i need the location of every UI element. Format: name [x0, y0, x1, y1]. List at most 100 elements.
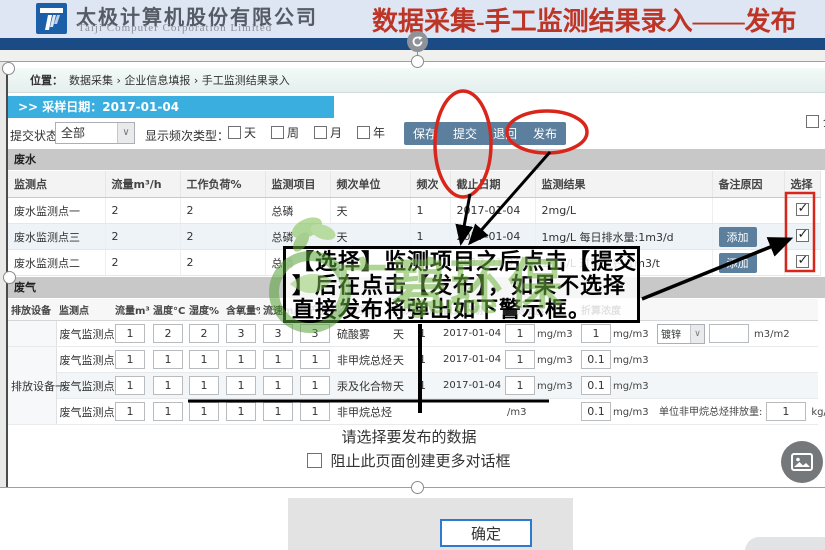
temp-input[interactable]: [153, 376, 183, 395]
col-point: 监测点: [8, 171, 105, 198]
company-name-en: Taiji Computer Corporation Limited: [78, 22, 272, 34]
table-row: 废气监测点二 汞及化合物 天 1 2017-01-04 mg/m3 mg/m3: [8, 373, 818, 399]
rotate-handle[interactable]: [407, 31, 428, 52]
load-input[interactable]: [300, 350, 330, 369]
chevron-down-icon: ∨: [690, 325, 704, 343]
flow-input[interactable]: [115, 324, 145, 343]
resize-handle-left[interactable]: [3, 271, 16, 284]
rotate-icon: [411, 35, 424, 48]
dialog-suppress-option[interactable]: 阻止此页面创建更多对话框: [0, 450, 818, 471]
publish-button[interactable]: 发布: [524, 122, 566, 145]
add-remark-button[interactable]: 添加: [719, 227, 757, 247]
col-select: 选择: [784, 171, 820, 198]
year-checkbox[interactable]: [357, 126, 370, 139]
load-input[interactable]: [300, 402, 330, 421]
freq-option-year[interactable]: 年: [357, 124, 385, 141]
freq-option-week[interactable]: 周: [271, 124, 299, 141]
annotation-line-1: 【选择】监测项目之后点击【提交: [292, 250, 631, 274]
humidity-input[interactable]: [189, 402, 219, 421]
breadcrumb-label: 位置：: [30, 72, 63, 88]
dialog-message: 请选择要发布的数据: [0, 426, 818, 447]
speed-input[interactable]: [263, 402, 293, 421]
temp-input[interactable]: [153, 324, 183, 343]
select-all-checkbox[interactable]: [806, 115, 819, 128]
speed-input[interactable]: [263, 376, 293, 395]
temp-input[interactable]: [153, 350, 183, 369]
converted-input[interactable]: [581, 350, 611, 369]
freq-option-month[interactable]: 月: [314, 124, 342, 141]
temp-input[interactable]: [153, 402, 183, 421]
row-select-checkbox[interactable]: [796, 229, 809, 242]
point-cell: 废气监测点一: [56, 347, 112, 373]
back-button[interactable]: 退回: [484, 122, 526, 145]
oxygen-input[interactable]: [226, 350, 256, 369]
month-checkbox[interactable]: [314, 126, 327, 139]
suppress-dialog-label: 阻止此页面创建更多对话框: [330, 450, 510, 471]
submit-button[interactable]: 提交: [444, 122, 486, 145]
month-label: 月: [330, 124, 342, 141]
annotation-line-3: 直接发布将弹出如下警示框。: [292, 298, 631, 322]
row-select-checkbox[interactable]: [796, 203, 809, 216]
oxygen-input[interactable]: [226, 402, 256, 421]
point-cell: 废水监测点二: [8, 250, 105, 276]
converted-input[interactable]: [581, 376, 611, 395]
humidity-input[interactable]: [189, 376, 219, 395]
oxygen-input[interactable]: [226, 324, 256, 343]
point-cell: 废气监测点四: [56, 321, 112, 347]
nmhc-emission-input[interactable]: [766, 402, 806, 421]
wastewater-header-row: 监测点 流量m³/h 工作负荷% 监测项目 频次单位 频次 截止日期 监测结果 …: [8, 171, 820, 198]
humidity-input[interactable]: [189, 324, 219, 343]
ok-button[interactable]: 确定: [440, 519, 532, 547]
col-remark: 备注原因: [712, 171, 784, 198]
measured-input[interactable]: [505, 376, 535, 395]
taiji-logo-icon: [36, 3, 67, 34]
resize-handle-topleft[interactable]: [2, 62, 15, 75]
humidity-input[interactable]: [189, 350, 219, 369]
measured-input[interactable]: [505, 324, 535, 343]
save-button[interactable]: 保存: [404, 122, 446, 145]
converted-input[interactable]: [581, 324, 611, 343]
load-input[interactable]: [300, 376, 330, 395]
row-select-checkbox[interactable]: [796, 255, 809, 268]
col-freq-unit: 频次单位: [330, 171, 410, 198]
speed-input[interactable]: [263, 350, 293, 369]
load-input[interactable]: [300, 324, 330, 343]
add-remark-button[interactable]: 添加: [719, 253, 757, 273]
flow-input[interactable]: [115, 402, 145, 421]
suppress-dialog-checkbox[interactable]: [307, 453, 322, 468]
status-select-value: 全部: [61, 126, 85, 140]
freq-option-day[interactable]: 天: [228, 124, 256, 141]
col-result: 监测结果: [535, 171, 712, 198]
page-title: 数据采集-手工监测结果录入——发布: [372, 1, 797, 38]
oxygen-input[interactable]: [226, 376, 256, 395]
resize-handle-bottom[interactable]: [411, 481, 424, 494]
col-freq: 频次: [410, 171, 450, 198]
week-checkbox[interactable]: [271, 126, 284, 139]
wastewater-section-header: 废水: [8, 149, 825, 170]
table-row: 废水监测点一 2 2 总磷 天 1 2017-01-04 2mg/L: [8, 198, 820, 224]
sample-date-bar: >> 采样日期：2017-01-04: [8, 96, 334, 118]
annotation-line-2: 】后在点击【发布】，如果不选择: [292, 274, 631, 298]
extra-select[interactable]: 镀锌 ∨: [657, 324, 705, 344]
image-preview-button[interactable]: [781, 441, 823, 483]
point-cell: 废气监测点二: [56, 373, 112, 399]
annotation-note: 【选择】监测项目之后点击【提交 】后在点击【发布】，如果不选择 直接发布将弹出如…: [283, 246, 640, 323]
image-icon: [791, 453, 813, 471]
status-select[interactable]: 全部 ∨: [55, 122, 135, 144]
flow-input[interactable]: [115, 376, 145, 395]
speed-input[interactable]: [263, 324, 293, 343]
select-all-option[interactable]: 全: [806, 113, 825, 130]
flow-input[interactable]: [115, 350, 145, 369]
breadcrumb: 位置： 数据采集 › 企业信息填报 › 手工监测结果录入: [8, 68, 825, 93]
converted-input[interactable]: [581, 402, 611, 421]
week-label: 周: [287, 124, 299, 141]
freq-type-label: 显示频次类型：: [145, 127, 229, 144]
day-checkbox[interactable]: [228, 126, 241, 139]
resize-handle-top[interactable]: [411, 55, 424, 68]
table-row: 废气监测点四 硫酸雾 天 1 2017-01-04 mg/m3 mg/m3 镀锌…: [8, 321, 818, 347]
corner-shape: [745, 537, 825, 550]
col-deadline: 截止日期: [450, 171, 535, 198]
measured-input[interactable]: [505, 350, 535, 369]
chevron-down-icon: ∨: [117, 123, 134, 143]
extra-input[interactable]: [709, 324, 749, 343]
